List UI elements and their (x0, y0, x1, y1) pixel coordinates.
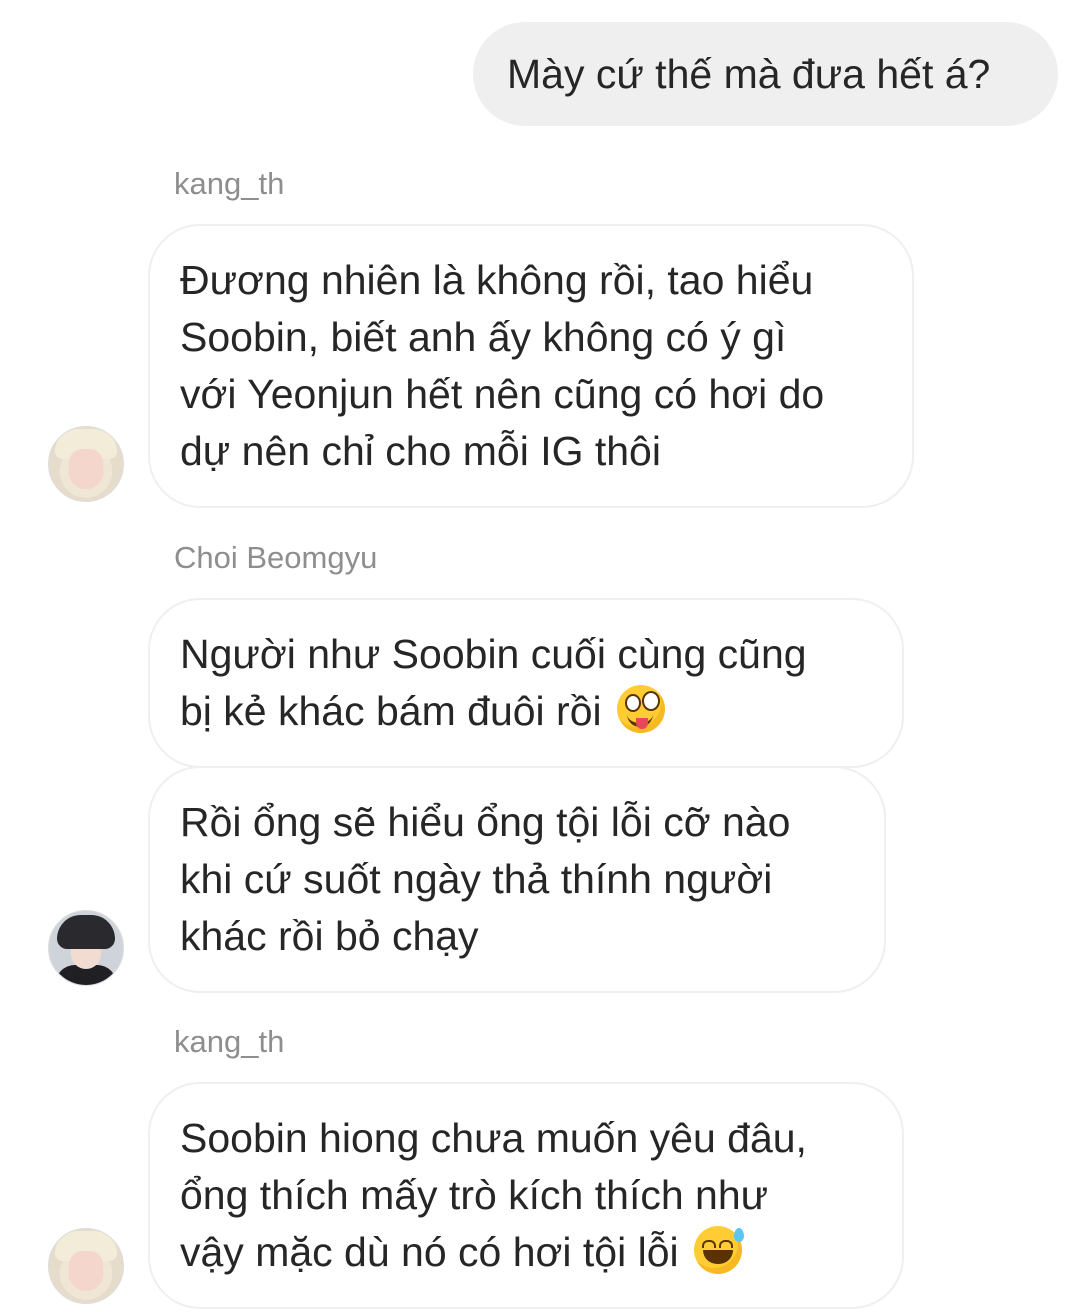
message-line: khác rồi bỏ chạy (180, 913, 479, 959)
sender-name: Choi Beomgyu (174, 540, 378, 575)
incoming-message-bubble[interactable]: Đương nhiên là không rồi, tao hiểu Soobi… (148, 224, 914, 508)
message-line: vậy mặc dù nó có hơi tội lỗi (180, 1229, 679, 1275)
message-line: ổng thích mấy trò kích thích như (180, 1172, 769, 1218)
message-text: Mày cứ thế mà đưa hết á? (507, 51, 991, 97)
incoming-message-bubble[interactable]: Rồi ổng sẽ hiểu ổng tội lỗi cỡ nào khi c… (148, 766, 886, 993)
outgoing-message-bubble[interactable]: Mày cứ thế mà đưa hết á? (473, 22, 1058, 126)
message-line-with-emoji: bị kẻ khác bám đuôi rồi (180, 683, 872, 740)
avatar-choi-beomgyu[interactable] (48, 910, 124, 986)
avatar-face (69, 449, 103, 489)
message-line-with-emoji: vậy mặc dù nó có hơi tội lỗi (180, 1224, 872, 1281)
zany-face-icon (617, 685, 666, 733)
message-line: dự nên chỉ cho mỗi IG thôi (180, 428, 661, 474)
message-line: Rồi ổng sẽ hiểu ổng tội lỗi cỡ nào (180, 799, 791, 845)
message-thread: Mày cứ thế mà đưa hết á? kang_th Đương n… (0, 0, 1080, 1312)
message-line: Người như Soobin cuối cùng cũng (180, 631, 807, 677)
incoming-message-bubble[interactable]: Người như Soobin cuối cùng cũng bị kẻ kh… (148, 598, 904, 768)
message-line: Soobin hiong chưa muốn yêu đâu, (180, 1115, 807, 1161)
incoming-message-bubble[interactable]: Soobin hiong chưa muốn yêu đâu, ổng thíc… (148, 1082, 904, 1309)
message-line: khi cứ suốt ngày thả thính người (180, 856, 773, 902)
message-line: bị kẻ khác bám đuôi rồi (180, 688, 602, 734)
message-line: với Yeonjun hết nên cũng có hơi do (180, 371, 825, 417)
avatar-face (69, 1251, 103, 1291)
sender-name: kang_th (174, 1024, 285, 1059)
avatar-kang-th[interactable] (48, 1228, 124, 1304)
grinning-sweat-icon (694, 1226, 745, 1274)
message-line: Đương nhiên là không rồi, tao hiểu (180, 257, 814, 303)
avatar-kang-th[interactable] (48, 426, 124, 502)
message-line: Soobin, biết anh ấy không có ý gì (180, 314, 787, 360)
avatar-hair (57, 915, 115, 949)
sender-name: kang_th (174, 166, 285, 201)
